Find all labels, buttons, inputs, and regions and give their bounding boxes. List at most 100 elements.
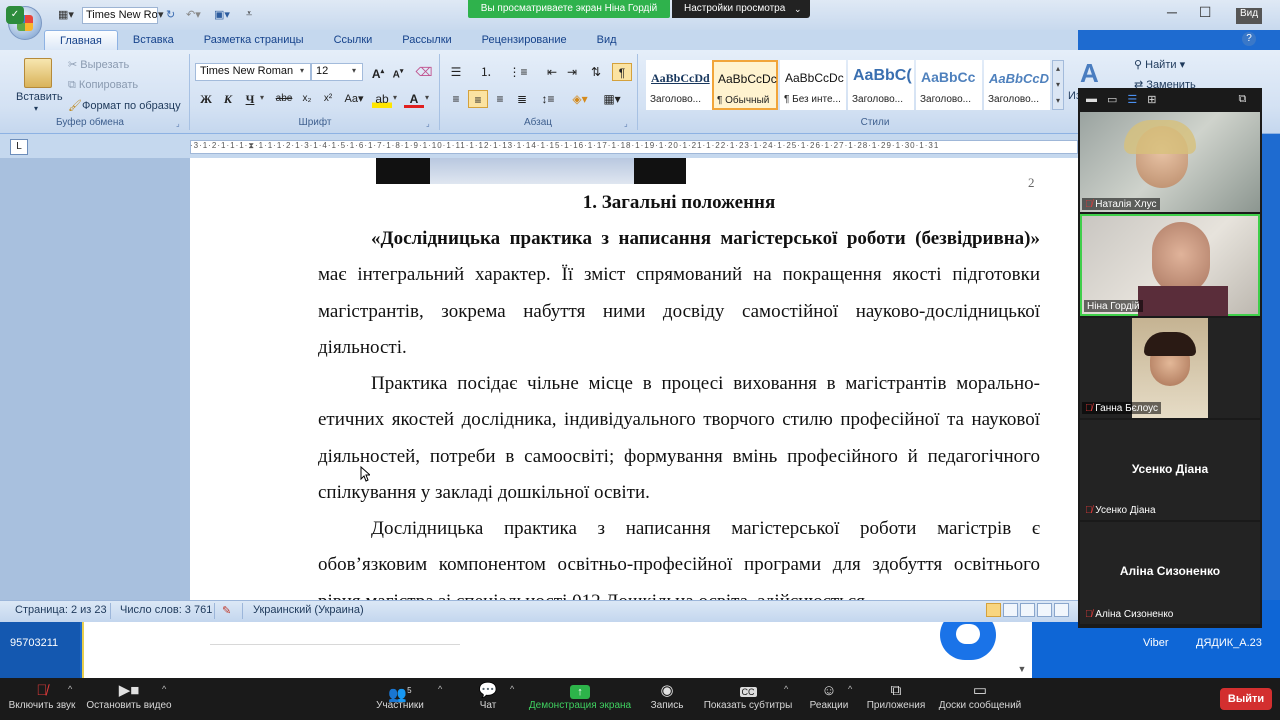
tab-review[interactable]: Рецензирование	[467, 30, 582, 50]
desktop-file-label[interactable]: ДЯДИК_А.23	[1196, 637, 1262, 649]
layout-icon[interactable]: ▦▾	[58, 8, 74, 24]
reactions-button[interactable]: ☺ Реакции	[806, 682, 852, 718]
chevron-up-icon[interactable]: ^	[68, 684, 72, 694]
justify-icon[interactable]: ≣	[512, 90, 532, 108]
dialog-launcher-icon[interactable]: ⌟	[176, 119, 180, 128]
show-marks-icon[interactable]: ¶	[612, 63, 632, 81]
chevron-down-icon[interactable]: ▾	[393, 93, 397, 102]
chevron-down-icon[interactable]: ▾	[260, 93, 264, 102]
tab-selector[interactable]: L	[10, 139, 28, 155]
line-spacing-icon[interactable]: ↕≡	[538, 90, 558, 108]
font-color-icon[interactable]: A	[404, 90, 424, 108]
web-layout-icon[interactable]	[1020, 603, 1035, 617]
change-styles-icon[interactable]: A	[1080, 58, 1099, 89]
language-status[interactable]: Украинский (Украина)	[253, 604, 364, 616]
outline-icon[interactable]	[1037, 603, 1052, 617]
cut-button[interactable]: ✂ Вырезать	[68, 58, 129, 71]
dropdown-icon[interactable]: ▾	[158, 8, 164, 24]
desktop-icon[interactable]	[0, 620, 80, 678]
align-left-icon[interactable]: ≡	[446, 90, 466, 108]
minimize-icon[interactable]: ─	[1167, 4, 1177, 26]
align-center-icon[interactable]: ≡	[468, 90, 488, 108]
strikethrough-icon[interactable]: abe	[274, 90, 294, 108]
tab-view[interactable]: Вид	[582, 30, 632, 50]
chevron-up-icon[interactable]: ^	[510, 684, 514, 694]
clear-format-icon[interactable]: ⌫	[414, 63, 434, 81]
grow-font-icon[interactable]: A▴	[368, 63, 388, 81]
full-screen-reading-icon[interactable]	[1003, 603, 1018, 617]
active-speaker-tile[interactable]: Ніна Гордій	[1080, 214, 1260, 316]
proofing-icon[interactable]: ✎	[222, 604, 231, 617]
superscript-icon[interactable]: x²	[318, 90, 338, 108]
style-heading-3[interactable]: AaBbCc Заголово...	[916, 60, 982, 110]
leave-meeting-button[interactable]: Выйти	[1220, 688, 1272, 710]
bullets-icon[interactable]: ☰	[446, 63, 466, 81]
record-button[interactable]: ◉ Запись	[644, 682, 690, 718]
tab-home[interactable]: Главная	[44, 30, 118, 50]
tab-references[interactable]: Ссылки	[319, 30, 388, 50]
style-heading-1[interactable]: AaBbCcDd Заголово...	[646, 60, 712, 110]
participants-button[interactable]: 👥5 Участники	[372, 682, 428, 718]
share-screen-button[interactable]: ↑ Демонстрация экрана	[528, 682, 632, 718]
align-right-icon[interactable]: ≡	[490, 90, 510, 108]
paste-icon[interactable]	[24, 58, 52, 88]
chevron-down-icon[interactable]: ▾	[300, 66, 304, 75]
participant-tile[interactable]: Аліна Сизоненко 🎙̸ Аліна Сизоненко	[1080, 522, 1260, 624]
word-count-status[interactable]: Число слов: 3 761	[120, 604, 212, 616]
chevron-up-icon[interactable]: ^	[162, 684, 166, 694]
subscript-icon[interactable]: x₂	[297, 90, 317, 108]
participant-tile[interactable]: 🎙̸ Ганна Бєлоус	[1080, 318, 1260, 418]
tab-insert[interactable]: Вставка	[118, 30, 189, 50]
dialog-launcher-icon[interactable]: ⌟	[624, 119, 628, 128]
style-heading-4[interactable]: AaBbCcD Заголово...	[984, 60, 1050, 110]
paste-button[interactable]: Вставить	[16, 91, 63, 103]
stop-video-button[interactable]: ▶■ Остановить видео	[84, 682, 174, 718]
gallery-view-icon[interactable]: ⊞	[1147, 93, 1156, 106]
chat-button[interactable]: 💬 Чат	[466, 682, 510, 718]
underline-icon[interactable]: Ч	[240, 90, 260, 108]
decrease-indent-icon[interactable]: ⇤	[542, 63, 562, 81]
undo-icon[interactable]: ↶▾	[186, 8, 201, 24]
chevron-up-icon[interactable]: ^	[438, 684, 442, 694]
chevron-down-icon[interactable]: ⌄	[794, 0, 802, 18]
chevron-up-icon[interactable]: ^	[784, 684, 788, 694]
exit-fullscreen-icon[interactable]: ⧉	[1239, 93, 1247, 106]
style-no-spacing[interactable]: AaBbCcDc ¶ Без инте...	[780, 60, 846, 110]
scroll-down-icon[interactable]: ▼	[1015, 664, 1029, 676]
captions-button[interactable]: CC Показать субтитры	[702, 682, 794, 718]
style-heading-2[interactable]: AaBbC( Заголово...	[848, 60, 914, 110]
view-settings-button[interactable]: Настройки просмотра	[672, 0, 810, 18]
minimize-icon[interactable]: ▬	[1086, 93, 1097, 105]
customize-qat-icon[interactable]: ⩡	[246, 8, 252, 24]
tab-mailings[interactable]: Рассылки	[387, 30, 466, 50]
copy-button[interactable]: ⧉ Копировать	[68, 79, 138, 92]
chevron-down-icon[interactable]: ▾	[425, 93, 429, 102]
style-normal[interactable]: AaBbCcDc ¶ Обычный	[712, 60, 778, 110]
page-count-status[interactable]: Страница: 2 из 23	[15, 604, 107, 616]
dialog-launcher-icon[interactable]: ⌟	[426, 119, 430, 128]
apps-button[interactable]: ⧉ Приложения	[864, 682, 928, 718]
italic-icon[interactable]: К	[218, 90, 238, 108]
save-icon[interactable]: ▣▾	[214, 8, 230, 24]
view-button[interactable]: Вид	[1236, 8, 1263, 24]
format-painter-button[interactable]: 🖌Формат по образцу	[68, 99, 181, 112]
print-layout-icon[interactable]	[986, 603, 1001, 617]
qat-font-box[interactable]: Times New Ro	[82, 7, 158, 24]
participant-tile[interactable]: Усенко Діана 🎙̸ Усенко Діана	[1080, 420, 1260, 520]
speaker-view-icon[interactable]: ☰	[1127, 93, 1137, 106]
viber-icon-label[interactable]: Viber	[1143, 637, 1168, 649]
multilevel-list-icon[interactable]: ⋮≡	[508, 63, 528, 81]
shrink-font-icon[interactable]: A▾	[388, 63, 408, 81]
help-icon[interactable]: ?	[1242, 32, 1256, 46]
font-name-select[interactable]: Times New Roman	[195, 63, 311, 81]
redo-icon[interactable]: ↻	[166, 8, 175, 24]
draft-icon[interactable]	[1054, 603, 1069, 617]
chevron-down-icon[interactable]: ▾	[352, 66, 356, 75]
bold-icon[interactable]: Ж	[196, 90, 216, 108]
chevron-up-icon[interactable]: ^	[848, 684, 852, 694]
participant-tile[interactable]: 🎙̸ Наталія Хлус	[1080, 112, 1260, 212]
maximize-icon[interactable]: ☐	[1199, 4, 1212, 26]
whiteboard-button[interactable]: ▭ Доски сообщений	[936, 682, 1024, 718]
highlight-icon[interactable]: ab	[372, 90, 392, 108]
borders-icon[interactable]: ▦▾	[602, 90, 622, 108]
